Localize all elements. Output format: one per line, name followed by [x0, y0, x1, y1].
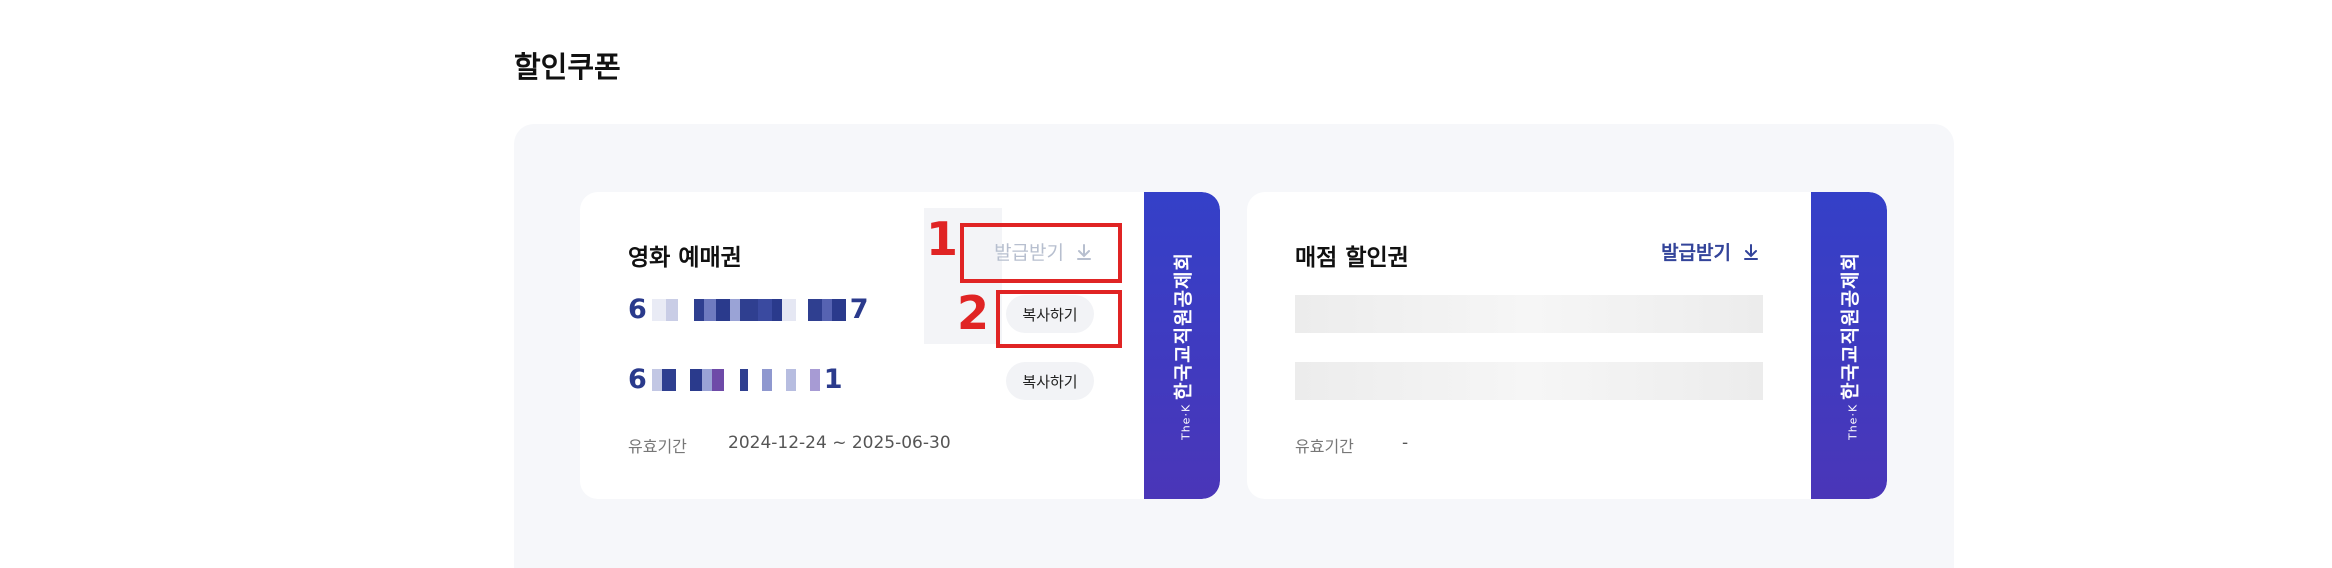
validity-row: 유효기간 -: [1295, 433, 1408, 457]
card-title: 영화 예매권: [628, 245, 742, 271]
annotation-marker-2: 2: [957, 286, 990, 340]
validity-row: 유효기간 2024-12-24 ~ 2025-06-30: [628, 433, 951, 457]
issue-button-label: 발급받기: [1661, 242, 1731, 264]
code-placeholder: [1295, 295, 1763, 333]
redacted-mask: [651, 297, 846, 323]
validity-value: 2024-12-24 ~ 2025-06-30: [728, 433, 951, 453]
page-title: 할인쿠폰: [514, 50, 621, 84]
coupon-code: 6 1: [628, 364, 844, 395]
annotation-marker-1: 1: [926, 212, 959, 266]
card-title: 매점 할인권: [1295, 245, 1409, 271]
issue-button[interactable]: 발급받기: [1661, 238, 1761, 265]
redacted-mask: [651, 367, 820, 393]
ticket-stub: The·K한국교직원공제회: [1144, 192, 1220, 499]
coupon-card-store: 매점 할인권 발급받기 유효기간 - The·K한국교직원공제회: [1247, 192, 1887, 499]
code-placeholder: [1295, 362, 1763, 400]
coupon-code: 6 7: [628, 294, 870, 325]
brand-logo: The·K한국교직원공제회: [1839, 251, 1862, 440]
annotation-box-1: [960, 223, 1122, 283]
validity-label: 유효기간: [1295, 437, 1354, 456]
coupon-card-movie: 영화 예매권 발급받기 6 7 복사하기 6 1 복사하기 유효기간 2024-…: [580, 192, 1220, 499]
brand-logo: The·K한국교직원공제회: [1172, 251, 1195, 440]
download-icon: [1744, 243, 1758, 260]
annotation-box-2: [996, 290, 1122, 348]
ticket-stub: The·K한국교직원공제회: [1811, 192, 1887, 499]
validity-label: 유효기간: [628, 437, 687, 456]
copy-button[interactable]: 복사하기: [1006, 362, 1094, 400]
validity-value: -: [1402, 433, 1409, 453]
